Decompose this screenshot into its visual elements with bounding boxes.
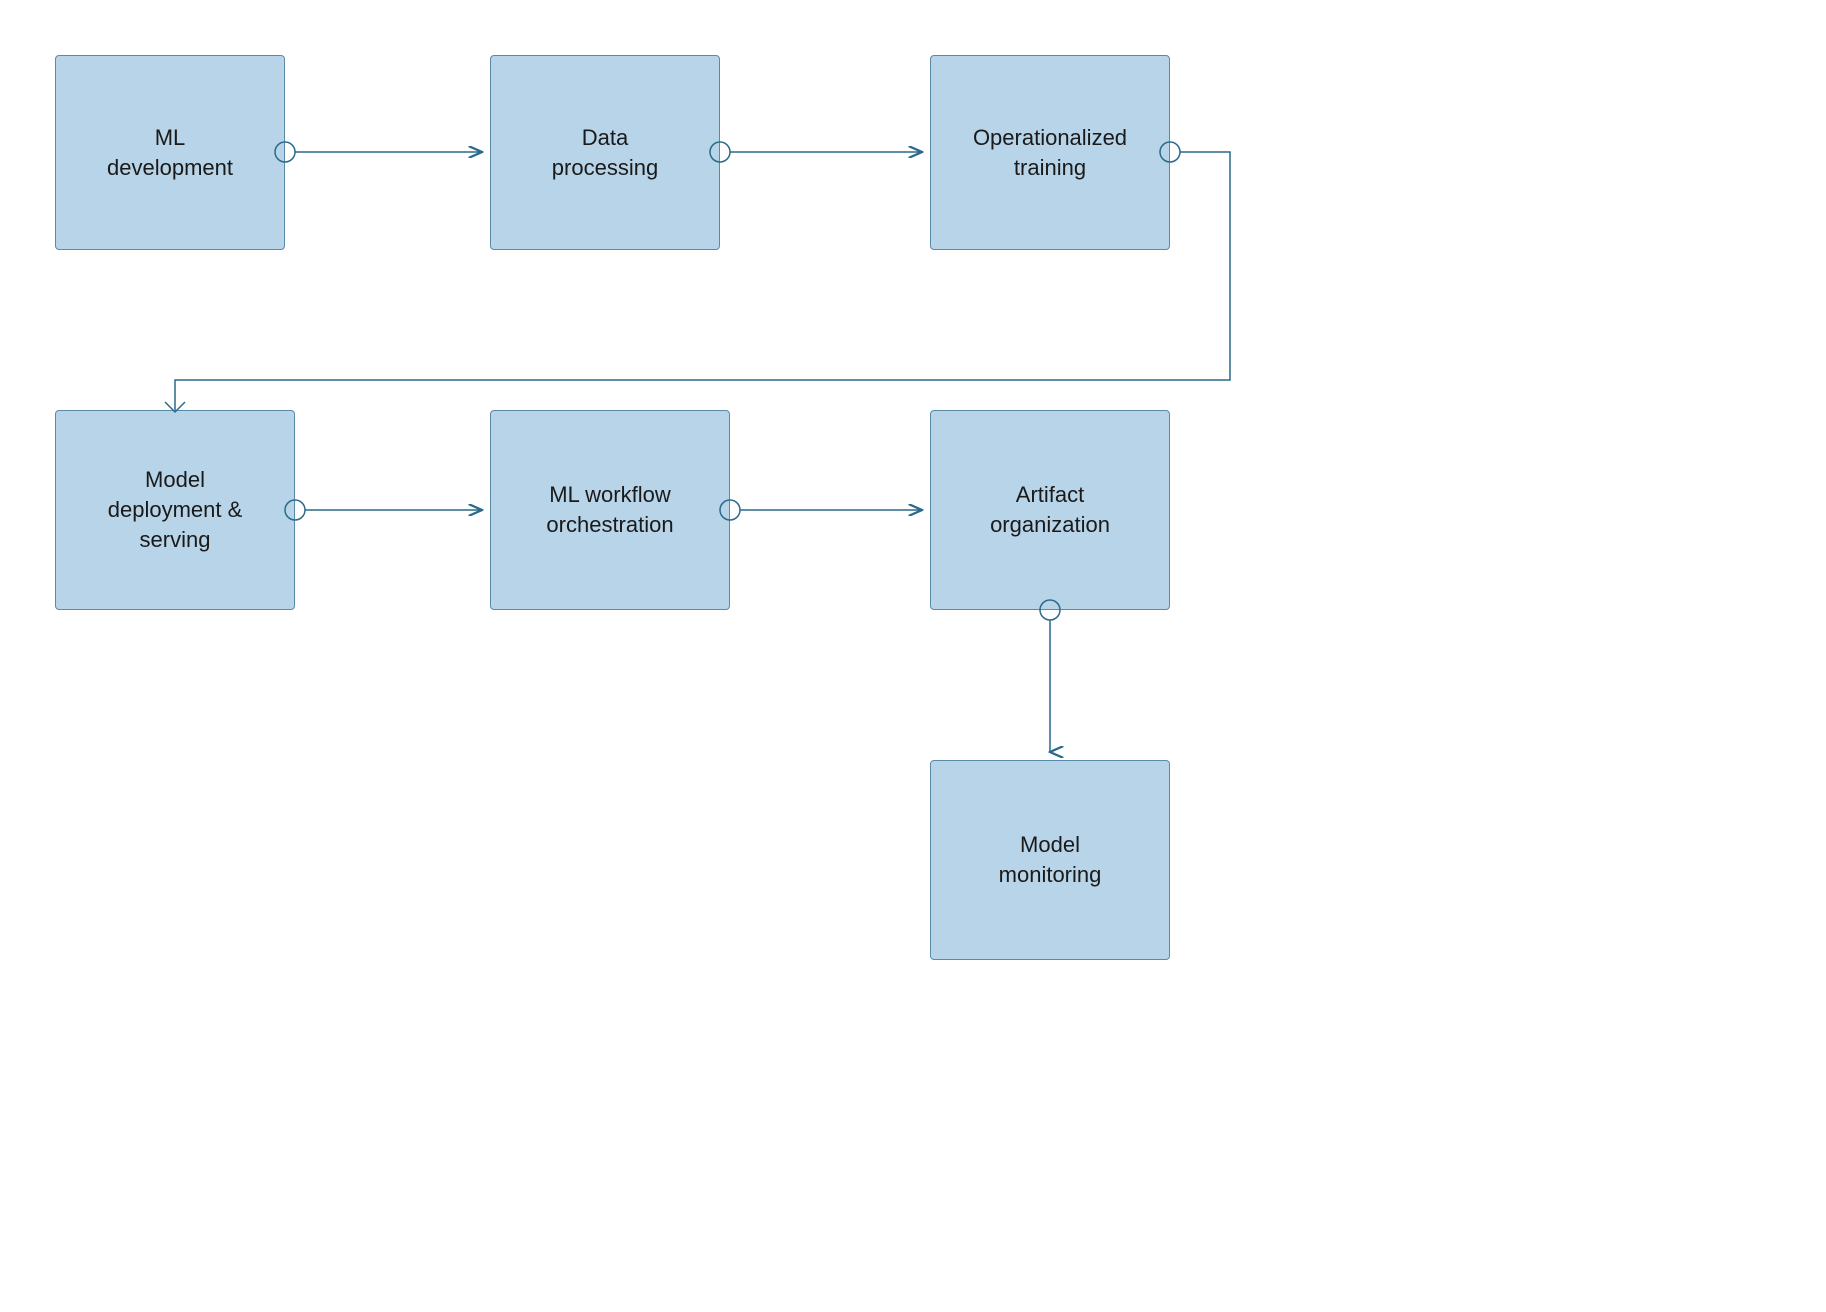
node-model-monitoring-label: Model monitoring [999, 830, 1102, 889]
node-data-processing: Data processing [490, 55, 720, 250]
node-ml-workflow: ML workflow orchestration [490, 410, 730, 610]
node-model-monitoring: Model monitoring [930, 760, 1170, 960]
node-model-deployment: Model deployment & serving [55, 410, 295, 610]
diagram-container: ML development Data processing Operation… [0, 0, 1826, 1312]
node-ml-development-label: ML development [107, 123, 233, 182]
node-operationalized-training-label: Operationalized training [973, 123, 1127, 182]
node-ml-development: ML development [55, 55, 285, 250]
node-artifact-organization: Artifact organization [930, 410, 1170, 610]
node-data-processing-label: Data processing [552, 123, 658, 182]
node-ml-workflow-label: ML workflow orchestration [546, 480, 673, 539]
node-artifact-organization-label: Artifact organization [990, 480, 1110, 539]
node-model-deployment-label: Model deployment & serving [108, 465, 243, 554]
node-operationalized-training: Operationalized training [930, 55, 1170, 250]
